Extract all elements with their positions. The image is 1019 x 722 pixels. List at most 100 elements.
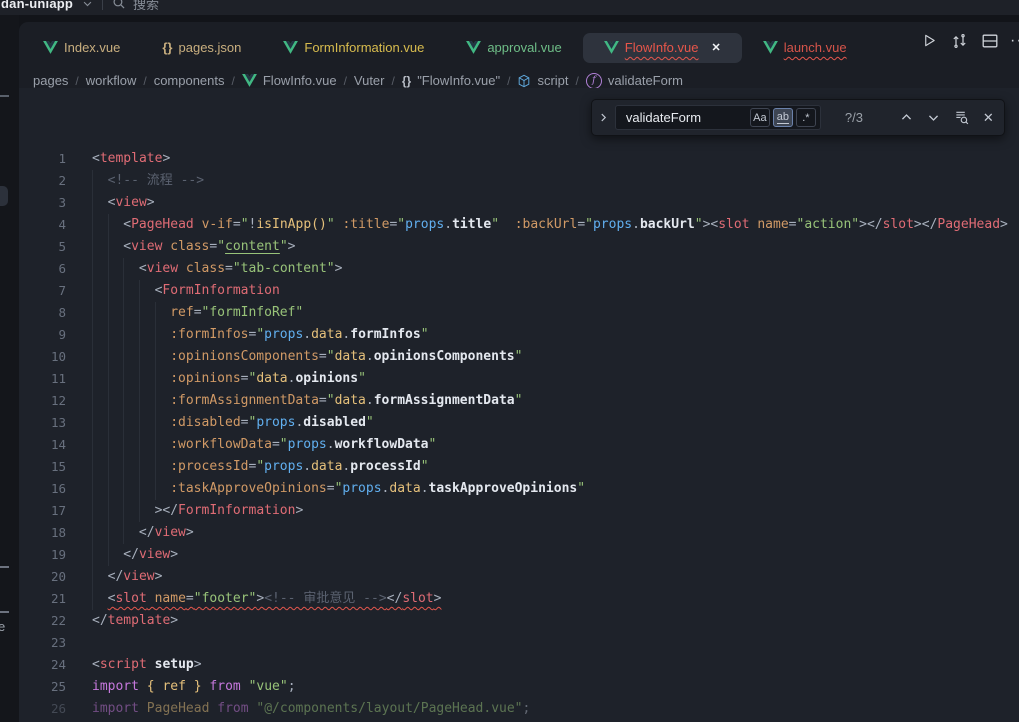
line-number[interactable]: 26 — [19, 698, 66, 720]
indent-guide — [92, 522, 108, 544]
line-number[interactable]: 21 — [19, 588, 66, 610]
line-number[interactable]: 5 — [19, 236, 66, 258]
find-input[interactable] — [624, 109, 747, 126]
code-editor[interactable]: 1<template>2<!-- 流程 -->3<view>4<PageHead… — [19, 88, 1019, 722]
line-number[interactable]: 17 — [19, 500, 66, 522]
indent-guide — [139, 390, 155, 412]
line-number[interactable]: 8 — [19, 302, 66, 324]
tab-flowinfo-vue[interactable]: FlowInfo.vue✕ — [583, 33, 742, 63]
line-number[interactable]: 12 — [19, 390, 66, 412]
code-line-16[interactable]: 16:taskApproveOpinions="props.data.taskA… — [19, 478, 1019, 500]
next-match-icon[interactable] — [926, 110, 941, 126]
breadcrumb-item-vuter[interactable]: Vuter — [354, 73, 385, 88]
collapsed-sidebar-rail: e — [0, 15, 19, 722]
more-actions-button[interactable]: ··· — [1011, 32, 1019, 49]
indent-guide — [155, 412, 171, 434]
line-number[interactable]: 14 — [19, 434, 66, 456]
global-search[interactable]: 搜索 — [112, 0, 159, 13]
indent-guide — [155, 456, 171, 478]
line-number[interactable]: 18 — [19, 522, 66, 544]
run-button[interactable] — [921, 32, 938, 49]
close-find-icon[interactable]: ✕ — [981, 110, 996, 126]
line-number[interactable]: 4 — [19, 214, 66, 236]
code-line-24[interactable]: 24<script setup> — [19, 654, 1019, 676]
indent-guide — [123, 280, 139, 302]
line-number[interactable]: 2 — [19, 170, 66, 192]
code-line-4[interactable]: 4<PageHead v-if="!isInApp()" :title="pro… — [19, 214, 1019, 236]
line-number[interactable]: 6 — [19, 258, 66, 280]
breadcrumb-item-workflow[interactable]: workflow — [86, 73, 137, 88]
code-line-2[interactable]: 2<!-- 流程 --> — [19, 170, 1019, 192]
breadcrumb-item-flowinfo-vue[interactable]: FlowInfo.vue — [242, 73, 337, 88]
clipped-sidebar-text: e — [0, 619, 5, 634]
code-line-7[interactable]: 7<FormInformation — [19, 280, 1019, 302]
whole-word-toggle[interactable]: ab — [773, 108, 793, 127]
breadcrumb-item-pages[interactable]: pages — [33, 73, 68, 88]
code-line-25[interactable]: 25import { ref } from "vue"; — [19, 676, 1019, 698]
code-line-5[interactable]: 5<view class="content"> — [19, 236, 1019, 258]
code-line-10[interactable]: 10:opinionsComponents="data.opinionsComp… — [19, 346, 1019, 368]
tab-approval-vue[interactable]: approval.vue — [445, 33, 582, 63]
indent-guide — [92, 500, 108, 522]
code-line-13[interactable]: 13:disabled="props.disabled" — [19, 412, 1019, 434]
indent-guide — [139, 434, 155, 456]
tab-forminformation-vue[interactable]: FormInformation.vue — [262, 33, 445, 63]
code-line-22[interactable]: 22</template> — [19, 610, 1019, 632]
code-line-3[interactable]: 3<view> — [19, 192, 1019, 214]
regex-toggle[interactable]: .* — [796, 108, 816, 127]
tab-label: pages.json — [179, 40, 242, 55]
indent-guide — [108, 236, 124, 258]
tab-pages-json[interactable]: {}pages.json — [141, 33, 262, 63]
code-line-6[interactable]: 6<view class="tab-content"> — [19, 258, 1019, 280]
line-number[interactable]: 9 — [19, 324, 66, 346]
breadcrumb-item-script[interactable]: script — [517, 73, 568, 88]
code-line-17[interactable]: 17></FormInformation> — [19, 500, 1019, 522]
line-number[interactable]: 15 — [19, 456, 66, 478]
line-number[interactable]: 3 — [19, 192, 66, 214]
close-tab-icon[interactable]: ✕ — [711, 41, 720, 54]
toggle-replace-chevron-icon[interactable] — [592, 112, 615, 123]
code-line-23[interactable]: 23 — [19, 632, 1019, 654]
code-line-8[interactable]: 8ref="formInfoRef" — [19, 302, 1019, 324]
line-number[interactable]: 20 — [19, 566, 66, 588]
line-number[interactable]: 16 — [19, 478, 66, 500]
line-number[interactable]: 23 — [19, 632, 66, 654]
vue-icon — [283, 41, 298, 54]
vue-icon — [466, 41, 481, 54]
line-number[interactable]: 22 — [19, 610, 66, 632]
code-line-26[interactable]: 26import PageHead from "@/components/lay… — [19, 698, 1019, 720]
split-editor-button[interactable] — [981, 32, 998, 49]
code-line-content: <slot name="footer"><!-- 审批意见 --></slot> — [92, 588, 441, 610]
breadcrumb-item-validateform[interactable]: fvalidateForm — [586, 73, 683, 89]
line-number[interactable]: 10 — [19, 346, 66, 368]
code-line-1[interactable]: 1<template> — [19, 148, 1019, 170]
indent-guide — [92, 214, 108, 236]
line-number[interactable]: 25 — [19, 676, 66, 698]
line-number[interactable]: 1 — [19, 148, 66, 170]
line-number[interactable]: 24 — [19, 654, 66, 676]
line-number[interactable]: 11 — [19, 368, 66, 390]
previous-match-icon[interactable] — [899, 110, 914, 126]
tab-launch-vue[interactable]: launch.vue — [742, 33, 868, 63]
code-line-11[interactable]: 11:opinions="data.opinions" — [19, 368, 1019, 390]
chevron-down-icon[interactable] — [82, 0, 93, 9]
code-line-20[interactable]: 20</view> — [19, 566, 1019, 588]
line-number[interactable]: 7 — [19, 280, 66, 302]
tab-index-vue[interactable]: Index.vue — [22, 33, 141, 63]
indent-guide — [123, 346, 139, 368]
code-line-19[interactable]: 19</view> — [19, 544, 1019, 566]
code-line-21[interactable]: 21 <slot name="footer"><!-- 审批意见 --></slo… — [19, 588, 1019, 610]
code-line-12[interactable]: 12:formAssignmentData="data.formAssignme… — [19, 390, 1019, 412]
project-name[interactable]: dan-uniapp — [1, 0, 73, 11]
code-line-14[interactable]: 14:workflowData="props.workflowData" — [19, 434, 1019, 456]
code-line-18[interactable]: 18</view> — [19, 522, 1019, 544]
line-number[interactable]: 19 — [19, 544, 66, 566]
match-case-toggle[interactable]: Aa — [750, 108, 770, 127]
open-changes-button[interactable] — [951, 32, 968, 49]
code-line-15[interactable]: 15:processId="props.data.processId" — [19, 456, 1019, 478]
line-number[interactable]: 13 — [19, 412, 66, 434]
code-line-9[interactable]: 9:formInfos="props.data.formInfos" — [19, 324, 1019, 346]
find-in-selection-icon[interactable] — [953, 110, 968, 126]
breadcrumb-item--flowinfo-vue-[interactable]: {}"FlowInfo.vue" — [402, 73, 500, 88]
breadcrumb-item-components[interactable]: components — [154, 73, 225, 88]
